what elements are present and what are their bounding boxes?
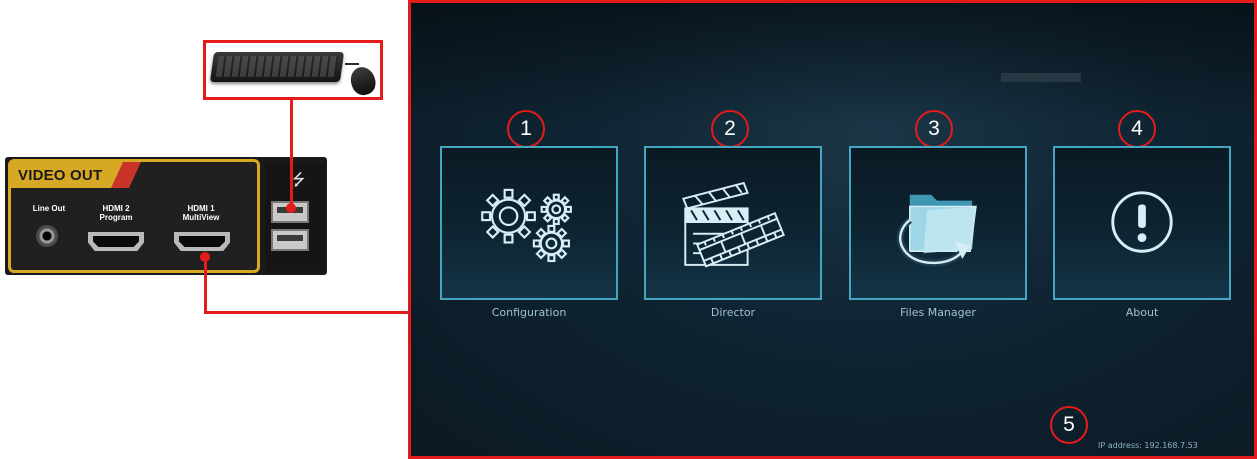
hdmi2-port <box>88 232 144 251</box>
director-tile[interactable] <box>644 146 822 300</box>
files-manager-tile[interactable] <box>849 146 1027 300</box>
usb-port-bottom <box>271 229 309 251</box>
configuration-tile[interactable] <box>440 146 618 300</box>
screen-top-shade <box>411 3 1254 123</box>
keyboard-image <box>209 52 345 82</box>
screen-top-bar <box>1001 73 1081 82</box>
hdmi-connector-line-horizontal <box>204 311 410 314</box>
files-manager-label[interactable]: Files Manager <box>849 306 1027 319</box>
hdmi2-line2: Program <box>99 213 133 222</box>
hdmi2-line1: HDMI 2 <box>102 204 130 213</box>
video-out-label: VIDEO OUT <box>18 167 103 184</box>
rear-panel: VIDEO OUT Line Out HDMI 2 Program HDMI 1… <box>5 157 327 275</box>
about-tile[interactable] <box>1053 146 1231 300</box>
usb-icon: ⭍ <box>292 170 306 189</box>
ip-address-text: IP address: 192.168.7.53 <box>1098 441 1198 450</box>
marker-2: 2 <box>711 110 749 148</box>
line-out-label: Line Out <box>29 204 69 213</box>
hdmi1-line2: MultiView <box>182 213 220 222</box>
gears-icon <box>481 188 572 263</box>
director-label[interactable]: Director <box>644 306 822 319</box>
line-out-text: Line Out <box>32 204 66 213</box>
usb-connector-dot <box>286 203 296 213</box>
usb-section: ⭍ <box>265 163 325 271</box>
keyboard-mouse-highlight <box>203 40 383 100</box>
exclamation-circle-icon <box>1111 191 1173 253</box>
marker-5: 5 <box>1050 406 1088 444</box>
marker-1: 1 <box>507 110 545 148</box>
stage: VIDEO OUT Line Out HDMI 2 Program HDMI 1… <box>0 0 1257 459</box>
video-out-section: VIDEO OUT Line Out HDMI 2 Program HDMI 1… <box>8 159 260 273</box>
clapperboard-film-icon <box>682 181 785 268</box>
marker-3: 3 <box>915 110 953 148</box>
folder-arrow-icon <box>896 194 977 267</box>
configuration-label[interactable]: Configuration <box>440 306 618 319</box>
hdmi-connector-line-vertical <box>204 257 207 314</box>
about-label[interactable]: About <box>1053 306 1231 319</box>
hdmi2-label: HDMI 2 Program <box>91 204 141 222</box>
line-out-jack <box>36 225 58 247</box>
hdmi1-line1: HDMI 1 <box>187 204 215 213</box>
mouse-image <box>347 63 379 99</box>
hdmi1-label: HDMI 1 MultiView <box>173 204 229 222</box>
usb-connector-line <box>290 100 293 208</box>
marker-4: 4 <box>1118 110 1156 148</box>
keyboard-cable <box>345 63 359 65</box>
hdmi1-port <box>174 232 230 251</box>
